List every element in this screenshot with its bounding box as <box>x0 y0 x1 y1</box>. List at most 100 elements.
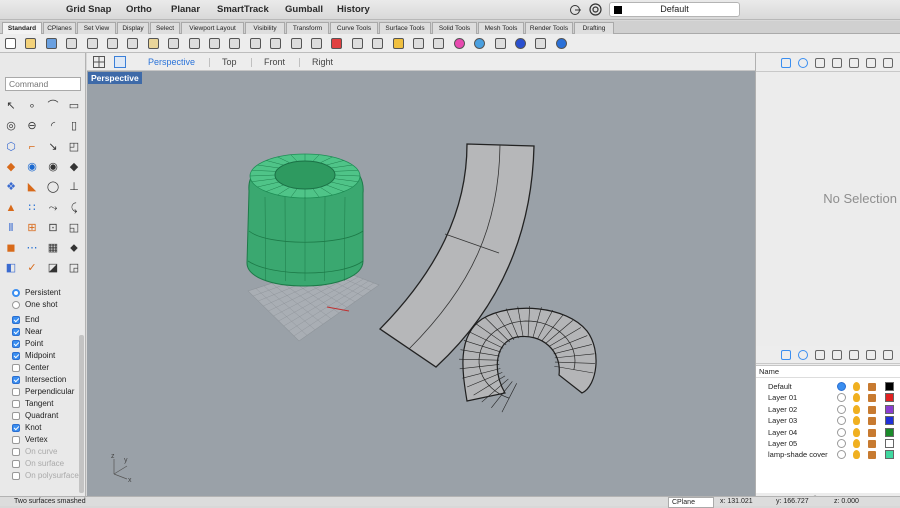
current-layer-radio[interactable] <box>837 393 846 403</box>
grid-snap-toggle[interactable]: Grid Snap <box>66 4 111 15</box>
layer-color-swatch[interactable] <box>885 416 894 426</box>
box-edit-icon[interactable]: ◧ <box>4 261 18 275</box>
rotate-icon[interactable]: ⤳ <box>46 201 60 215</box>
file-tab-icon[interactable] <box>815 58 825 68</box>
zoom-extents-icon[interactable] <box>270 38 282 49</box>
osnap-checkbox[interactable] <box>12 328 20 336</box>
light-bulb-icon[interactable] <box>853 416 860 426</box>
check-icon[interactable]: ✓ <box>25 261 39 275</box>
transform-icon[interactable]: ◲ <box>67 261 81 275</box>
tab-perspective[interactable]: Perspective <box>148 57 195 67</box>
layout-icon[interactable]: ▦ <box>46 241 60 255</box>
tab-transform[interactable]: Transform <box>286 22 329 34</box>
arc-icon[interactable]: ◜ <box>46 119 60 133</box>
offset-icon[interactable]: ◰ <box>67 140 81 154</box>
block-icon[interactable]: ◱ <box>67 221 81 235</box>
cplane-icon[interactable] <box>372 38 384 49</box>
group-icon[interactable]: ⊡ <box>46 221 60 235</box>
select-icon[interactable]: ↖ <box>4 99 18 113</box>
point-icon[interactable]: ∘ <box>25 99 39 113</box>
solid-box-icon[interactable]: ◆ <box>4 160 18 174</box>
fillet-icon[interactable]: ↘ <box>46 140 60 154</box>
tab-front[interactable]: Front <box>264 57 285 67</box>
current-layer-radio[interactable] <box>837 450 846 460</box>
light-bulb-icon[interactable] <box>853 450 860 460</box>
layers-tab-icon[interactable] <box>781 58 791 68</box>
gumball-toggle[interactable]: Gumball <box>285 4 323 15</box>
circle-icon[interactable]: ◎ <box>4 119 18 133</box>
lock-icon[interactable] <box>868 417 876 426</box>
zoom-window-icon[interactable] <box>249 38 261 49</box>
four-view-icon[interactable] <box>93 56 105 68</box>
tab-mesh-tools[interactable]: Mesh Tools <box>478 22 524 34</box>
light-bulb-icon[interactable] <box>853 439 860 448</box>
ortho-toggle[interactable]: Ortho <box>126 4 152 15</box>
osnap-checkbox[interactable] <box>12 424 20 432</box>
command-input[interactable] <box>5 77 81 91</box>
tab-standard[interactable]: Standard <box>2 22 42 34</box>
undo-icon[interactable] <box>168 38 180 49</box>
layers-tab-icon[interactable] <box>781 350 791 360</box>
current-layer-radio[interactable] <box>837 439 846 448</box>
osnap-checkbox[interactable] <box>12 436 20 444</box>
properties-tab-icon[interactable] <box>798 58 808 68</box>
lock-icon[interactable] <box>868 394 876 403</box>
sphere-icon[interactable]: ◉ <box>25 160 39 174</box>
tab-surface-tools[interactable]: Surface Tools <box>379 22 431 34</box>
lamp-shade-object[interactable] <box>246 153 364 287</box>
tab-display[interactable]: Display <box>117 22 149 34</box>
cplane-dropdown[interactable]: CPlane <box>668 497 714 508</box>
osnap-checkbox[interactable] <box>12 340 20 348</box>
layer-row[interactable]: Layer 04 <box>756 427 900 438</box>
layer-row[interactable]: Layer 02 <box>756 404 900 415</box>
render-sphere-icon[interactable] <box>474 38 486 49</box>
perspective-viewport[interactable]: z y x Perspective <box>87 71 755 496</box>
osnap-target-icon[interactable] <box>589 3 602 16</box>
text-icon[interactable]: Ⅱ <box>4 221 18 235</box>
smarttrack-toggle[interactable]: SmartTrack <box>217 4 269 15</box>
viewport-title[interactable]: Perspective <box>88 72 142 84</box>
layer-icon[interactable] <box>433 38 445 49</box>
new-file-icon[interactable] <box>5 38 16 49</box>
layer-row[interactable]: Layer 03 <box>756 415 900 426</box>
sweep-icon[interactable]: ▲ <box>4 201 18 215</box>
help-icon[interactable] <box>555 38 567 49</box>
tab-right[interactable]: Right <box>312 57 333 67</box>
options-icon[interactable] <box>535 38 547 49</box>
tab-drafting[interactable]: Drafting <box>574 22 614 34</box>
lock-icon[interactable] <box>868 440 876 448</box>
layer-color-swatch[interactable] <box>885 382 894 391</box>
render-tab-icon[interactable] <box>866 58 876 68</box>
move-icon[interactable] <box>209 38 220 49</box>
extrude-icon[interactable]: ◆ <box>67 160 81 174</box>
current-layer-radio[interactable] <box>837 416 846 426</box>
box-select-icon[interactable]: ▯ <box>67 119 81 133</box>
boolean-icon[interactable]: ◣ <box>25 180 39 194</box>
display-tab-icon[interactable] <box>883 58 893 68</box>
osnap-checkbox[interactable] <box>12 364 20 372</box>
layer-row[interactable]: lamp-shade cover <box>756 449 900 460</box>
polyline-icon[interactable]: ⌒ <box>46 99 60 113</box>
render-tab-icon[interactable] <box>866 350 876 360</box>
project-icon[interactable]: ⊥ <box>67 180 81 194</box>
material-sphere-icon[interactable] <box>515 38 526 49</box>
lock-icon[interactable] <box>868 428 876 437</box>
current-layer-radio[interactable] <box>837 382 846 391</box>
object-tab-icon[interactable] <box>832 58 842 68</box>
zoom-icon[interactable] <box>229 38 241 49</box>
color-wheel-icon[interactable] <box>453 38 465 49</box>
osnap-scrollbar[interactable] <box>79 335 84 493</box>
viewport-canvas[interactable]: z y x <box>87 71 755 496</box>
car-icon[interactable] <box>331 38 343 49</box>
lock-icon[interactable] <box>868 405 876 414</box>
mirror-icon[interactable]: ⤹ <box>67 201 81 215</box>
light-bulb-icon[interactable] <box>853 393 860 403</box>
layer-color-swatch[interactable] <box>885 404 894 414</box>
light-bulb-icon[interactable] <box>392 38 404 49</box>
import-icon[interactable] <box>86 38 98 49</box>
layer-color-swatch[interactable] <box>885 450 894 460</box>
rotate-view-icon[interactable] <box>311 38 322 49</box>
save-icon[interactable] <box>45 38 57 49</box>
rectangle-icon[interactable]: ▭ <box>67 99 81 113</box>
lock-icon[interactable] <box>868 451 876 460</box>
